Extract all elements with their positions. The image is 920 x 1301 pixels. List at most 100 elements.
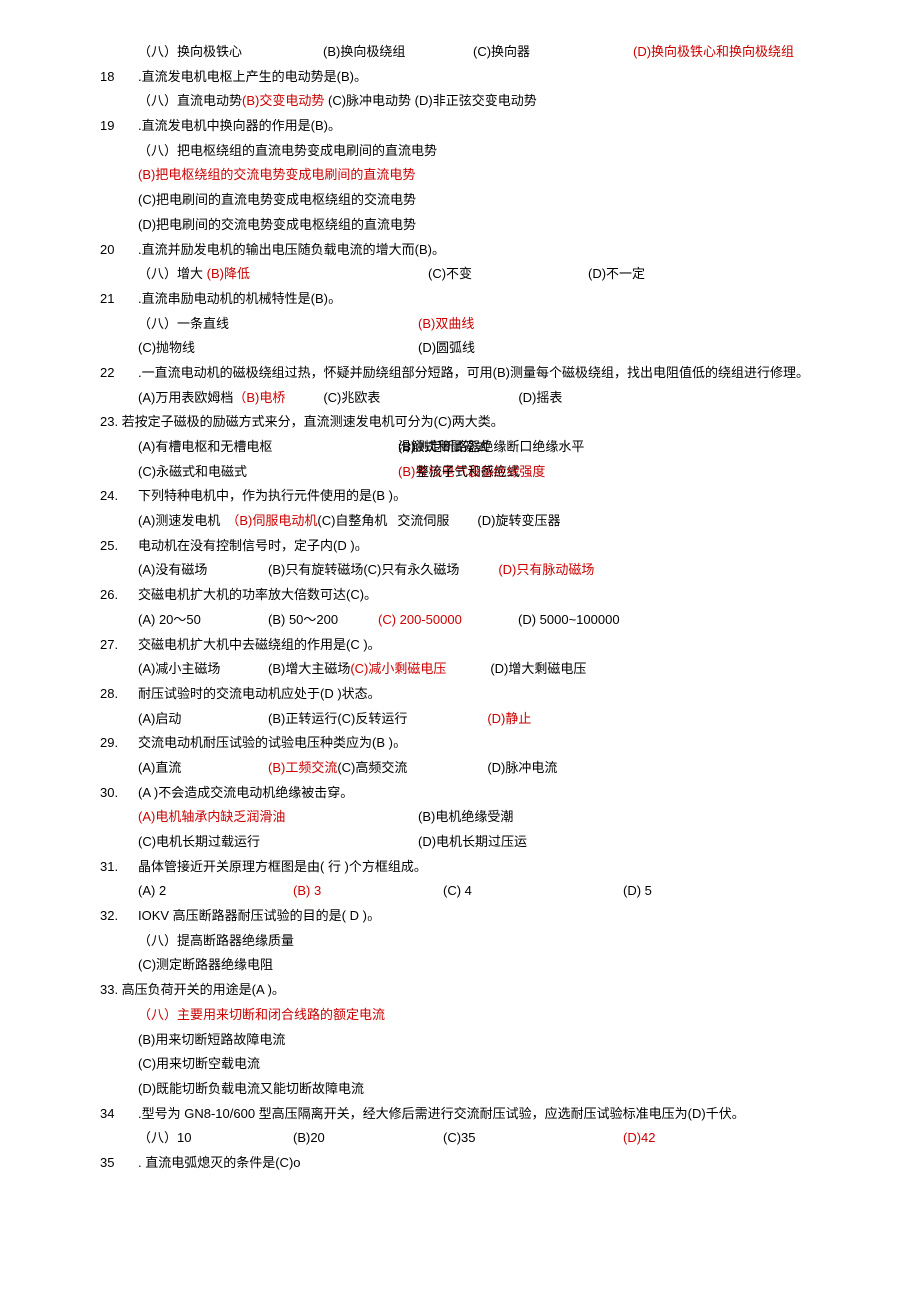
q28-options: (A)启动 (B)正转运行 (C)反转运行 (D)静止 <box>100 707 860 732</box>
q24-opt-c1: (C)自整角机 <box>317 509 387 534</box>
q24-opt-a: (A)测速发电机 <box>138 509 220 534</box>
q27-num: 27. <box>100 633 138 658</box>
q30-num: 30. <box>100 781 138 806</box>
q26: 26. 交磁电机扩大机的功率放大倍数可达(C)。 <box>100 583 860 608</box>
q29-opt-c: (C)高频交流 <box>337 756 487 781</box>
q26-opt-c: (C) 200-50000 <box>378 608 518 633</box>
q35: 35 . 直流电弧熄灭的条件是(C)o <box>100 1151 860 1176</box>
q21-opt-a: （八）一条直线 <box>138 312 418 337</box>
q29-stem: 交流电动机耐压试验的试验电压种类应为(B )₀ <box>138 731 860 756</box>
q26-opt-d: (D) 5000~100000 <box>518 608 620 633</box>
q17-opt-b: (B)换向极绕组 <box>323 40 473 65</box>
q25-opt-a: (A)没有磁场 <box>138 558 268 583</box>
q21: 21 .直流串励电动机的机械特性是(B)₀ <box>100 287 860 312</box>
q17-opt-a: （八）换向极铁心 <box>138 40 323 65</box>
q21-num: 21 <box>100 287 138 312</box>
q28-opt-c: (C)反转运行 <box>337 707 487 732</box>
q21-opt-c: (C)抛物线 <box>138 336 418 361</box>
q27-stem: 交磁电机扩大机中去磁绕组的作用是(C )。 <box>138 633 860 658</box>
q23-ov-d2: 整流子式和感应式 <box>416 460 520 485</box>
q22-opt-b: （B)电桥 <box>233 386 323 411</box>
q32-opt-a: （八）提高断路器绝缘质量 <box>100 929 860 954</box>
q19-num: 19 <box>100 114 138 139</box>
q20-num: 20 <box>100 238 138 263</box>
q18: 18 .直流发电机电枢上产生的电动势是(B)。 <box>100 65 860 90</box>
q35-num: 35 <box>100 1151 138 1176</box>
q28-opt-d: (D)静止 <box>487 707 531 732</box>
q33-opt-c: (C)用来切断空载电流 <box>100 1052 860 1077</box>
q25-opt-d: (D)只有脉动磁场 <box>498 558 594 583</box>
q27-opt-d: (D)增大剩磁电压 <box>490 657 586 682</box>
q32-opt-c: (C)测定断路器绝缘电阻 <box>100 953 860 978</box>
q18-num: 18 <box>100 65 138 90</box>
q30-row1: (A)电机轴承内缺乏润滑油 (B)电机绝缘受潮 <box>100 805 860 830</box>
q17-options: （八）换向极铁心 (B)换向极绕组 (C)换向器 (D)换向极铁心和换向极绕组 <box>100 40 860 65</box>
q19-opt-c: (C)把电刷间的直流电势变成电枢绕组的交流电势 <box>100 188 860 213</box>
q20-opt-d: (D)不一定 <box>588 262 645 287</box>
q34-opt-c: (C)35 <box>443 1126 623 1151</box>
q19-opt-b: (B)把电枢绕组的交流电势变成电刷间的直流电势 <box>100 163 860 188</box>
q25-num: 25. <box>100 534 138 559</box>
q22-opt-d: (D)摇表 <box>518 386 562 411</box>
q27-opt-b: (B)增大主磁场 <box>268 657 350 682</box>
q23-opt-a: (A)有槽电枢和无槽电枢 <box>138 435 398 460</box>
q27-options: (A)减小主磁场 (B)增大主磁场 (C)减小剩磁电压 (D)增大剩磁电压 <box>100 657 860 682</box>
q25-options: (A)没有磁场 (B)只有旋转磁场 (C)只有永久磁场 (D)只有脉动磁场 <box>100 558 860 583</box>
q19-opt-d: (D)把电刷间的交流电势变成电枢绕组的直流电势 <box>100 213 860 238</box>
q25-opt-c: (C)只有永久磁场 <box>363 558 498 583</box>
q20-opt-a: （八）增大 <box>138 266 207 281</box>
q19-opt-a: （八）把电枢绕组的直流电势变成电刷间的直流电势 <box>100 139 860 164</box>
q28: 28. 耐压试验时的交流电动机应处于(D )状态。 <box>100 682 860 707</box>
q30-opt-c: (C)电机长期过载运行 <box>138 830 418 855</box>
q29-options: (A)直流 (B)工频交流 (C)高频交流 (D)脉冲电流 <box>100 756 860 781</box>
q22-options: (A)万用表欧姆档 （B)电桥 (C)兆欧表 (D)摇表 <box>100 386 860 411</box>
q29-opt-a: (A)直流 <box>138 756 268 781</box>
q31-opt-b: (B) 3 <box>293 879 443 904</box>
q32: 32. IOKV 高压断路器耐压试验的目的是( D )₀ <box>100 904 860 929</box>
q30-stem: (A )不会造成交流电动机绝缘被击穿。 <box>138 781 860 806</box>
q32-stem: IOKV 高压断路器耐压试验的目的是( D )₀ <box>138 904 860 929</box>
q22-stem: .一直流电动机的磁极绕组过热，怀疑并励绕组部分短路，可用(B)测量每个磁极绕组，… <box>138 361 860 386</box>
q22-opt-c: (C)兆欧表 <box>323 386 518 411</box>
q31: 31. 晶体管接近开关原理方框图是由( 行 )个方框组成。 <box>100 855 860 880</box>
q20-opt-c: (C)不变 <box>428 262 588 287</box>
q24-num: 24. <box>100 484 138 509</box>
q28-stem: 耐压试验时的交流电动机应处于(D )状态。 <box>138 682 860 707</box>
q17-opt-d: (D)换向极铁心和换向极绕组 <box>633 40 794 65</box>
q20-options: （八）增大 (B)降低 (C)不变 (D)不一定 <box>100 262 860 287</box>
q27-opt-c: (C)减小剩磁电压 <box>350 657 490 682</box>
q26-opt-a: (A) 20～50 <box>138 608 268 633</box>
q23-ov-b2b: 绝缘断口绝缘水平 <box>480 439 584 454</box>
q30: 30. (A )不会造成交流电动机绝缘被击穿。 <box>100 781 860 806</box>
q23-row2: (C)永磁式和电磁式 (B)考核电气设备绝缘强度 整流子式和感应式 <box>100 460 860 485</box>
q18-opt-a: （八）直流电动势 <box>138 93 242 108</box>
q22: 22 .一直流电动机的磁极绕组过热，怀疑并励绕组部分短路，可用(B)测量每个磁极… <box>100 361 860 386</box>
q19: 19 .直流发电机中换向器的作用是(B)。 <box>100 114 860 139</box>
q17-opt-c: (C)换向器 <box>473 40 633 65</box>
q19-stem: .直流发电机中换向器的作用是(B)。 <box>138 114 860 139</box>
q20-stem: .直流并励发电机的输出电压随负载电流的增大而(B)。 <box>138 238 860 263</box>
q25: 25. 电动机在没有控制信号时，定子内(D )₀ <box>100 534 860 559</box>
q29-opt-b: (B)工频交流 <box>268 756 337 781</box>
q29-opt-d: (D)脉冲电流 <box>487 756 557 781</box>
q33-stem: 33. 高压负荷开关的用途是(A )。 <box>100 978 860 1003</box>
q31-opt-c: (C) 4 <box>443 879 623 904</box>
q33-opt-d: (D)既能切断负载电流又能切断故障电流 <box>100 1077 860 1102</box>
q34-stem: .型号为 GN8-10/600 型高压隔离开关，经大修后需进行交流耐压试验，应选… <box>138 1102 860 1127</box>
q23-ov-b2: 滑触式和鼠笼式 <box>398 435 489 460</box>
q31-stem: 晶体管接近开关原理方框图是由( 行 )个方框组成。 <box>138 855 860 880</box>
q22-opt-a: (A)万用表欧姆档 <box>138 386 233 411</box>
q34: 34 .型号为 GN8-10/600 型高压隔离开关，经大修后需进行交流耐压试验… <box>100 1102 860 1127</box>
q18-opt-cd: (C)脉冲电动势 (D)非正弦交变电动势 <box>328 93 537 108</box>
q30-opt-b: (B)电机绝缘受潮 <box>418 805 513 830</box>
q34-num: 34 <box>100 1102 138 1127</box>
q26-opt-b: (B) 50～200 <box>268 608 378 633</box>
q24-stem: 下列特种电机中，作为执行元件使用的是(B )₀ <box>138 484 860 509</box>
q30-opt-a: (A)电机轴承内缺乏润滑油 <box>138 805 418 830</box>
q24-opt-d: (D)旋转变压器 <box>477 509 560 534</box>
q21-options-row1: （八）一条直线 (B)双曲线 <box>100 312 860 337</box>
q26-num: 26. <box>100 583 138 608</box>
q24: 24. 下列特种电机中，作为执行元件使用的是(B )₀ <box>100 484 860 509</box>
q24-opt-b: （B)伺服电动机 <box>226 509 317 534</box>
q18-options: （八）直流电动势(B)交变电动势 (C)脉冲电动势 (D)非正弦交变电动势 <box>100 89 860 114</box>
